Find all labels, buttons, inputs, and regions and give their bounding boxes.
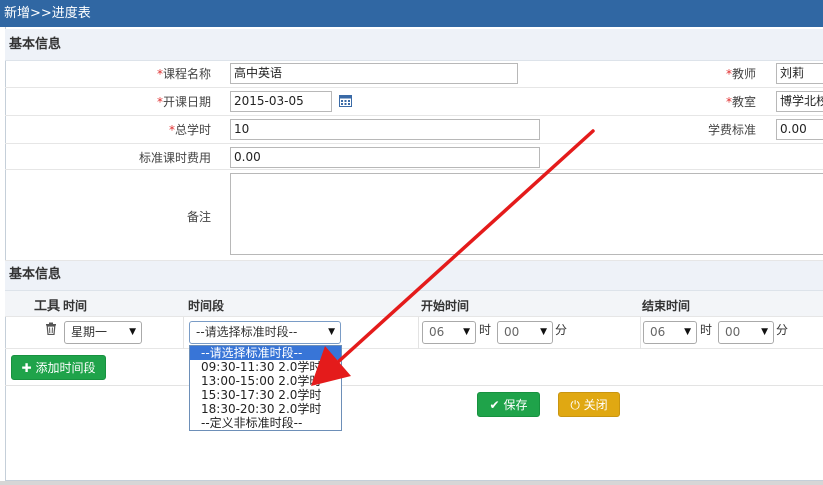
weekday-select[interactable]: 星期一 ▼ (64, 321, 142, 344)
add-time-slot-button[interactable]: ✚ 添加时间段 (11, 355, 106, 380)
teacher-input[interactable]: 刘莉 (776, 63, 823, 84)
dropdown-option[interactable]: 15:30-17:30 2.0学时 (190, 388, 341, 402)
start-date-input[interactable]: 2015-03-05 (230, 91, 332, 112)
col-tools: 工具 (34, 299, 61, 314)
fee-standard-input[interactable]: 0.00 (776, 119, 823, 140)
course-name-input[interactable]: 高中英语 (230, 63, 518, 84)
classroom-label: *教室 (725, 95, 756, 109)
frame-shadow (0, 481, 823, 485)
end-hour-unit: 时 (700, 323, 713, 337)
remark-label: 备注 (186, 210, 211, 224)
start-date-label: *开课日期 (156, 95, 211, 109)
check-icon: ✔ (489, 398, 500, 412)
col-divider (418, 317, 419, 349)
schedule-header-row (5, 291, 823, 317)
section-basic-info: 基本信息 (5, 29, 823, 61)
close-button[interactable]: ⏻ 关闭 (558, 392, 620, 417)
total-hours-input[interactable]: 10 (230, 119, 540, 140)
col-time: 时间 (63, 299, 88, 313)
dropdown-option[interactable]: 18:30-20:30 2.0学时 (190, 402, 341, 416)
section-schedule: 基本信息 (5, 261, 823, 291)
power-icon: ⏻ (570, 398, 580, 412)
start-minute-unit: 分 (555, 323, 568, 337)
fee-standard-label: 学费标准 (707, 123, 756, 137)
end-hour-select[interactable]: 06 ▼ (643, 321, 697, 344)
dropdown-option[interactable]: --请选择标准时段-- (190, 346, 341, 360)
teacher-label: *教师 (725, 67, 756, 81)
classroom-input[interactable]: 博学北校 (776, 91, 823, 112)
time-slot-select[interactable]: --请选择标准时段-- ▼ (189, 321, 341, 344)
course-name-label: *课程名称 (156, 67, 211, 81)
plus-icon: ✚ (21, 361, 32, 375)
save-button[interactable]: ✔ 保存 (477, 392, 540, 417)
divider (5, 385, 823, 386)
dropdown-option[interactable]: --定义非标准时段-- (190, 416, 341, 430)
start-hour-unit: 时 (479, 323, 492, 337)
col-end-time: 结束时间 (642, 299, 691, 313)
trash-icon[interactable] (45, 322, 57, 335)
std-hour-fee-label: 标准课时费用 (138, 151, 211, 165)
col-divider (640, 317, 641, 349)
dropdown-option[interactable]: 09:30-11:30 2.0学时 (190, 360, 341, 374)
start-hour-select[interactable]: 06 ▼ (422, 321, 476, 344)
total-hours-label: *总学时 (168, 123, 211, 137)
remark-textarea[interactable] (230, 173, 823, 255)
dropdown-option[interactable]: 13:00-15:00 2.0学时 (190, 374, 341, 388)
end-minute-select[interactable]: 00 ▼ (718, 321, 774, 344)
end-minute-unit: 分 (776, 323, 789, 337)
window-title: 新增>>进度表 (0, 0, 823, 27)
col-divider (183, 317, 184, 349)
start-minute-select[interactable]: 00 ▼ (497, 321, 553, 344)
std-hour-fee-input[interactable]: 0.00 (230, 147, 540, 168)
col-slot: 时间段 (188, 299, 225, 313)
calendar-icon[interactable] (339, 94, 352, 107)
col-start-time: 开始时间 (421, 299, 470, 313)
time-slot-dropdown[interactable]: --请选择标准时段-- 09:30-11:30 2.0学时 13:00-15:0… (189, 345, 342, 431)
